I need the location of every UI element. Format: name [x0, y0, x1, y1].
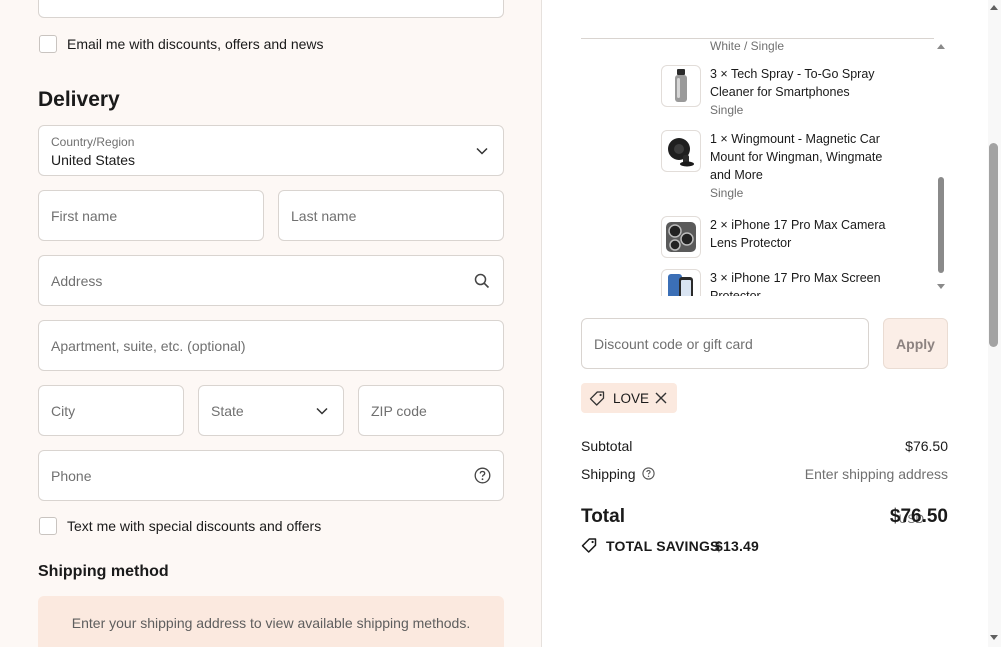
discount-code-input[interactable]: Discount code or gift card [581, 318, 869, 369]
state-placeholder: State [211, 402, 244, 419]
savings-label: TOTAL SAVINGS [606, 538, 720, 554]
apply-discount-button[interactable]: Apply [883, 318, 948, 369]
applied-discount-chip: LOVE [581, 383, 677, 413]
cart-item-title: 3 × Tech Spray - To-Go Spray Cleaner for… [710, 67, 875, 99]
state-select[interactable]: State [198, 385, 344, 436]
zip-placeholder: ZIP code [371, 402, 427, 419]
close-icon[interactable] [655, 392, 667, 404]
order-summary-panel: White / Single 3 × Tech Spray - To-Go Sp… [543, 0, 988, 647]
subtotal-value: $76.50 [905, 438, 948, 454]
lens-protector-icon [661, 216, 701, 258]
address-field[interactable]: Address [38, 255, 504, 306]
sms-optin-checkbox[interactable] [39, 517, 57, 535]
scroll-down-arrow-icon[interactable] [990, 635, 998, 641]
total-value: $76.50 [889, 506, 948, 527]
subtotal-row: Subtotal $76.50 [581, 438, 948, 454]
shipping-row: Shipping Enter shipping address [581, 466, 948, 482]
tag-icon [581, 538, 597, 553]
phone-field[interactable]: Phone [38, 450, 504, 501]
cart-list-scrollbar[interactable] [935, 40, 947, 296]
scroll-up-arrow-icon[interactable] [990, 4, 998, 10]
zip-field[interactable]: ZIP code [358, 385, 504, 436]
last-name-placeholder: Last name [291, 207, 357, 224]
scroll-up-arrow-icon[interactable] [937, 43, 945, 49]
cart-item-title: 1 × Wingmount - Magnetic Car Mount for W… [710, 132, 883, 182]
page-scrollbar[interactable] [988, 0, 1001, 647]
last-name-field[interactable]: Last name [278, 190, 504, 241]
cart-items-list[interactable]: White / Single 3 × Tech Spray - To-Go Sp… [581, 38, 934, 296]
tag-icon [589, 391, 605, 406]
delivery-heading: Delivery [38, 88, 120, 111]
shipping-notice-text: Enter your shipping address to view avai… [71, 615, 471, 631]
cart-item-variant: Single [710, 186, 744, 200]
shipping-method-notice: Enter your shipping address to view avai… [38, 596, 504, 647]
email-field[interactable] [38, 0, 504, 18]
applied-discount-code: LOVE [613, 391, 650, 406]
city-field[interactable]: City [38, 385, 184, 436]
spray-bottle-icon [661, 65, 701, 107]
city-placeholder: City [51, 402, 76, 419]
help-icon[interactable] [642, 467, 655, 480]
shipping-label: Shipping [581, 466, 636, 482]
apartment-placeholder: Apartment, suite, etc. (optional) [51, 337, 246, 354]
first-name-placeholder: First name [51, 207, 118, 224]
email-optin-checkbox[interactable] [39, 35, 57, 53]
shipping-value: Enter shipping address [804, 466, 948, 482]
total-label: Total [581, 506, 625, 527]
cart-item-title: 3 × iPhone 17 Pro Max Screen Protector [710, 271, 881, 296]
phone-placeholder: Phone [51, 467, 92, 484]
checkout-form-panel: Email me with discounts, offers and news… [0, 0, 542, 647]
scroll-down-arrow-icon[interactable] [937, 284, 945, 290]
apartment-field[interactable]: Apartment, suite, etc. (optional) [38, 320, 504, 371]
chevron-down-icon [313, 402, 331, 420]
shipping-method-heading: Shipping method [38, 563, 169, 580]
page-scrollbar-thumb[interactable] [989, 143, 998, 347]
address-placeholder: Address [51, 272, 103, 289]
chevron-down-icon [473, 142, 491, 160]
help-icon[interactable] [473, 467, 491, 485]
country-select[interactable]: Country/Region United States [38, 125, 504, 176]
cart-item-title: 2 × iPhone 17 Pro Max Camera Lens Protec… [710, 218, 886, 250]
country-value: United States [51, 152, 136, 168]
car-mount-icon [661, 130, 701, 172]
cart-item-variant: Single [710, 103, 744, 117]
subtotal-label: Subtotal [581, 438, 633, 454]
email-optin-label: Email me with discounts, offers and news [67, 36, 324, 52]
country-label: Country/Region [51, 135, 135, 149]
item-variant: White / Single [710, 39, 785, 53]
cart-list-scrollbar-thumb[interactable] [938, 177, 944, 273]
first-name-field[interactable]: First name [38, 190, 264, 241]
discount-placeholder: Discount code or gift card [594, 335, 753, 352]
savings-value: $13.49 [715, 538, 760, 554]
sms-optin-label: Text me with special discounts and offer… [67, 518, 322, 534]
search-icon[interactable] [473, 272, 491, 290]
screen-protector-icon [661, 269, 701, 296]
